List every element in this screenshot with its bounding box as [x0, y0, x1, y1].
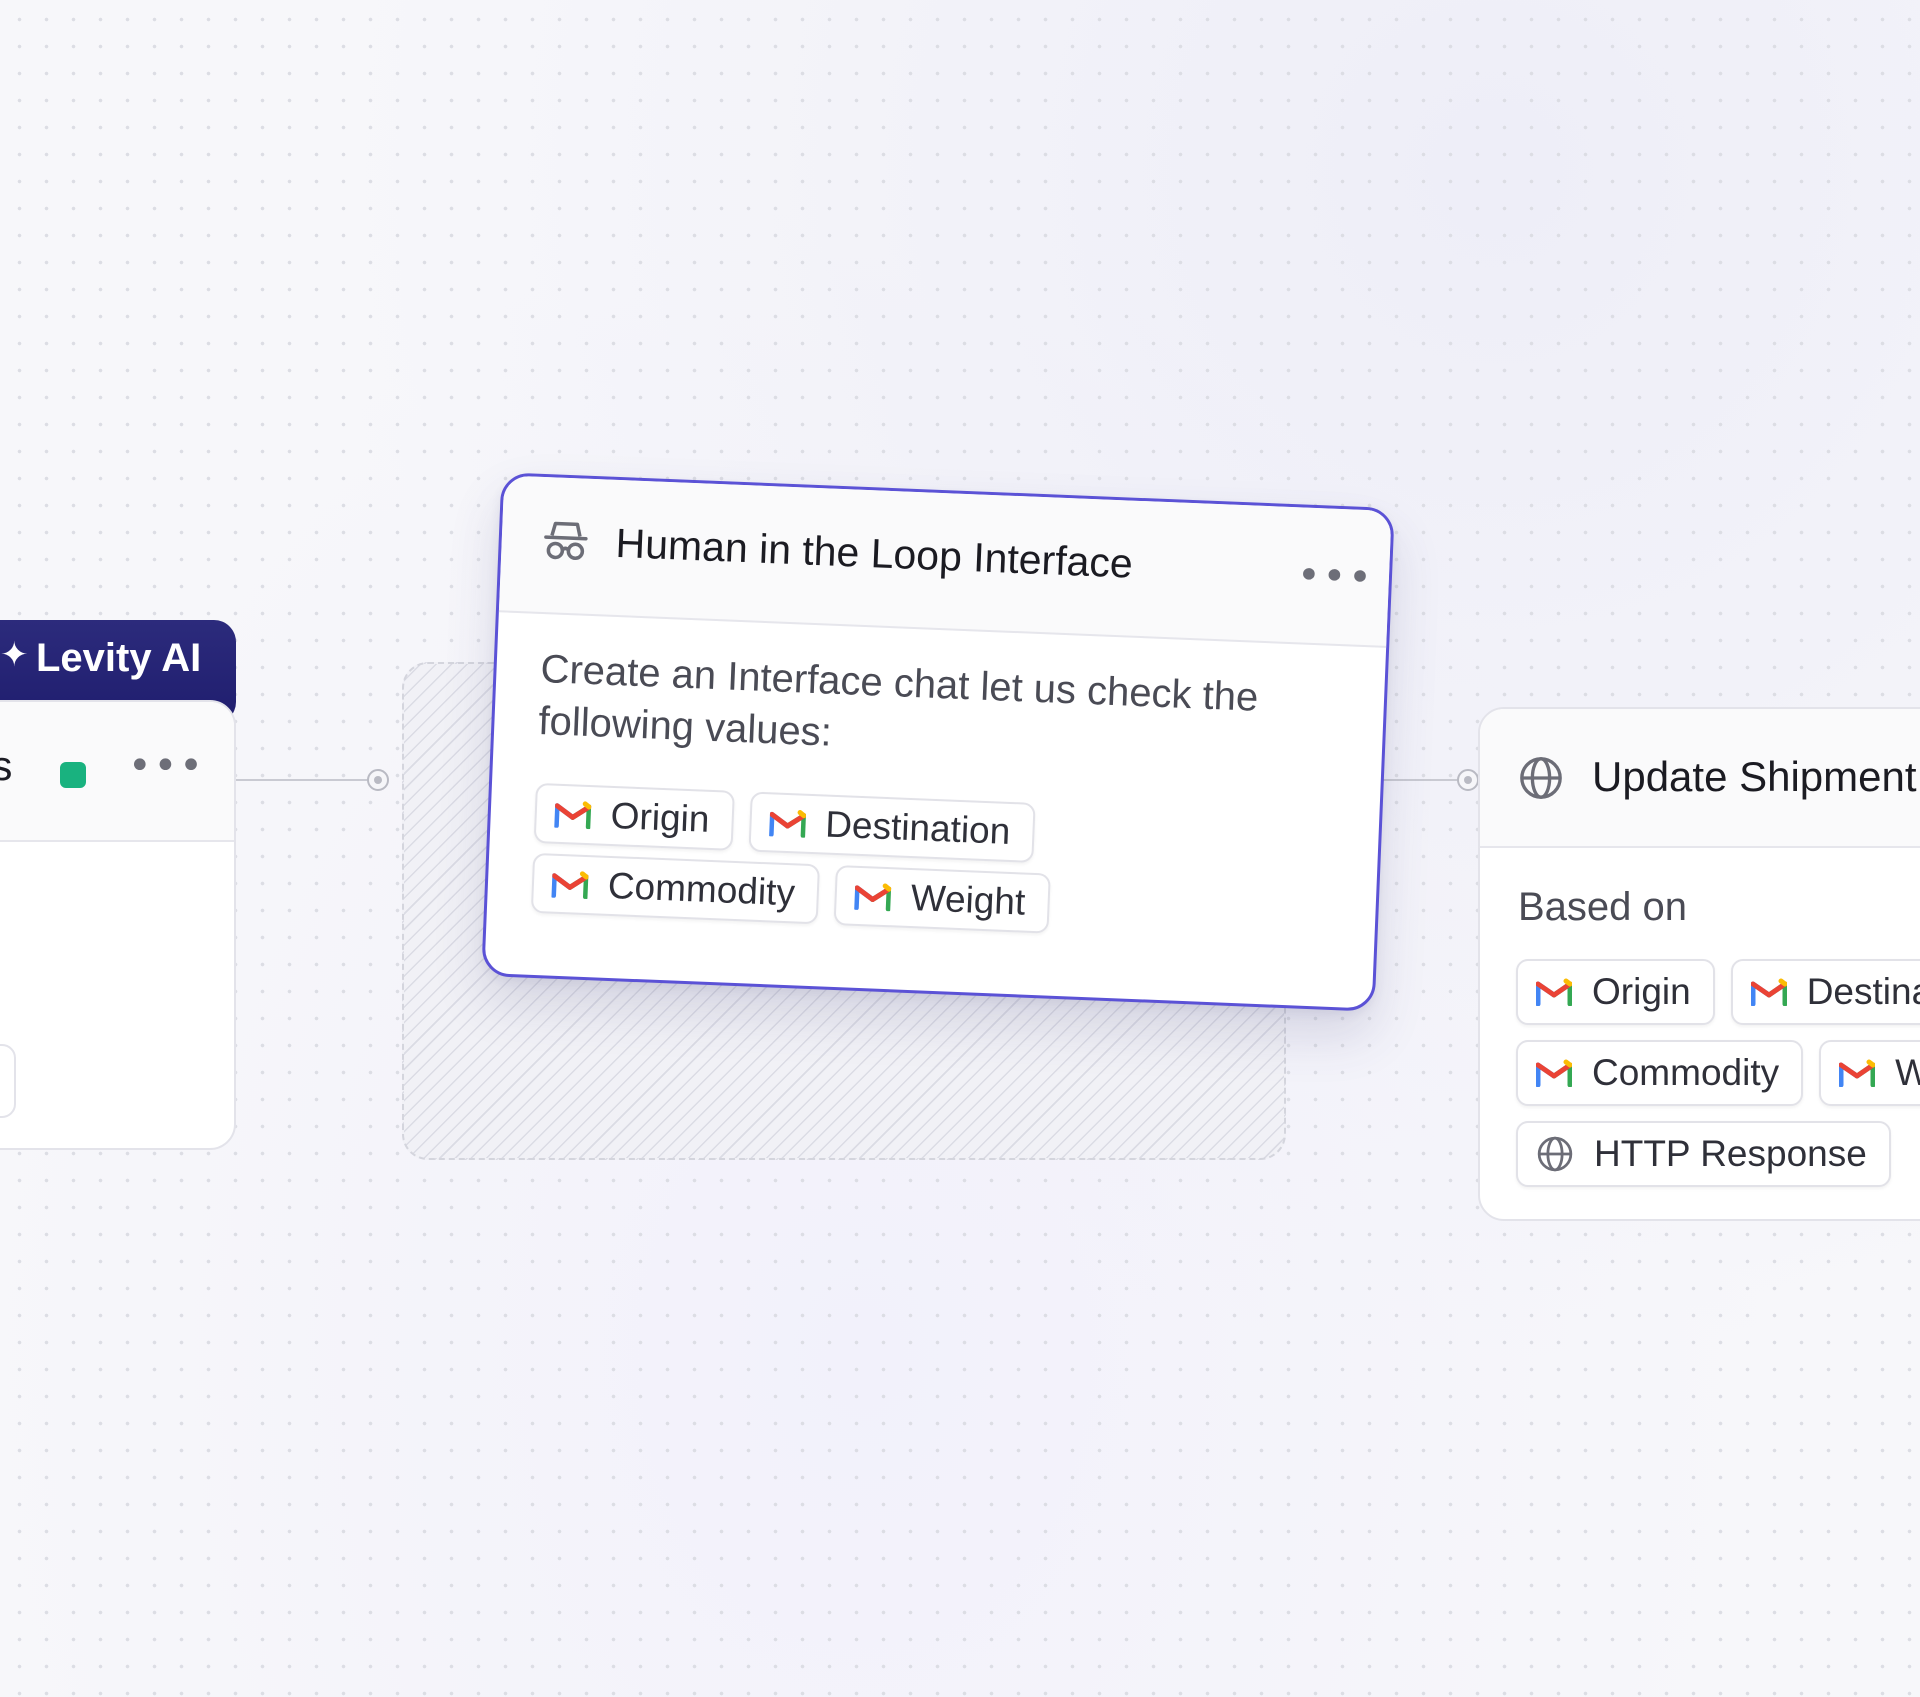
gmail-icon	[554, 800, 591, 829]
connector-port-right[interactable]	[1457, 769, 1479, 791]
status-indicator	[60, 762, 86, 788]
node-title: ls	[0, 742, 12, 790]
node-description: Create an Interface chat let us check th…	[537, 647, 1260, 755]
node-title: Human in the Loop Interface	[614, 519, 1134, 587]
gmail-icon	[854, 882, 891, 911]
variable-chip-row: Origin Destination	[1516, 959, 1920, 1025]
more-options-icon[interactable]: •••	[1296, 552, 1375, 601]
node-header: Update Shipment	[1480, 709, 1920, 848]
variable-chip-origin[interactable]: Origin	[533, 782, 735, 851]
variable-chip-destination[interactable]: Destination	[748, 791, 1036, 863]
dragged-node-wrapper[interactable]: Human in the Loop Interface ••• Create a…	[481, 472, 1395, 1012]
variable-chip-row: Origin Destination	[533, 782, 1036, 863]
node-header: ls •••	[0, 702, 234, 842]
levity-ai-node[interactable]: ls •••	[0, 700, 236, 1150]
gmail-icon	[551, 870, 588, 899]
variable-chip-origin[interactable]: Origin	[1516, 959, 1715, 1025]
gmail-icon	[1751, 978, 1787, 1006]
variable-chip-weight[interactable]: Weight	[1819, 1040, 1920, 1106]
connector-port-left[interactable]	[367, 769, 389, 791]
globe-icon	[1536, 1135, 1574, 1173]
section-label: Based on	[1518, 885, 1688, 929]
field-stub	[0, 1044, 16, 1118]
node-header: Human in the Loop Interface •••	[498, 475, 1392, 648]
globe-icon	[1518, 755, 1564, 801]
variable-chip-row: Commodity Weight	[1516, 1040, 1920, 1106]
variable-chip-http-response[interactable]: HTTP Response	[1516, 1121, 1891, 1187]
incognito-icon	[544, 521, 588, 561]
gmail-icon	[1536, 1059, 1572, 1087]
gmail-icon	[769, 808, 806, 837]
variable-chip-commodity[interactable]: Commodity	[1516, 1040, 1804, 1106]
workflow-canvas[interactable]: ✦ Levity AI ls ••• Human in the Loop Int…	[0, 0, 1920, 1697]
levity-ai-label: Levity AI	[36, 636, 202, 680]
variable-chip-commodity[interactable]: Commodity	[530, 852, 821, 925]
variable-chip-destination[interactable]: Destination	[1730, 959, 1920, 1025]
human-in-the-loop-node[interactable]: Human in the Loop Interface ••• Create a…	[481, 472, 1395, 1012]
gmail-icon	[1839, 1059, 1875, 1087]
gmail-icon	[1536, 978, 1572, 1006]
sparkle-icon: ✦	[0, 635, 29, 675]
variable-chip-weight[interactable]: Weight	[833, 865, 1051, 934]
node-title: Update Shipment	[1592, 753, 1917, 800]
more-options-icon[interactable]: •••	[128, 746, 205, 786]
connector-left	[236, 779, 378, 781]
variable-chip-row: Commodity Weight	[530, 852, 1051, 934]
variable-chip-row: HTTP Response	[1516, 1121, 1891, 1187]
update-shipment-node[interactable]: Update Shipment Based on Origin Destinat…	[1478, 707, 1920, 1221]
